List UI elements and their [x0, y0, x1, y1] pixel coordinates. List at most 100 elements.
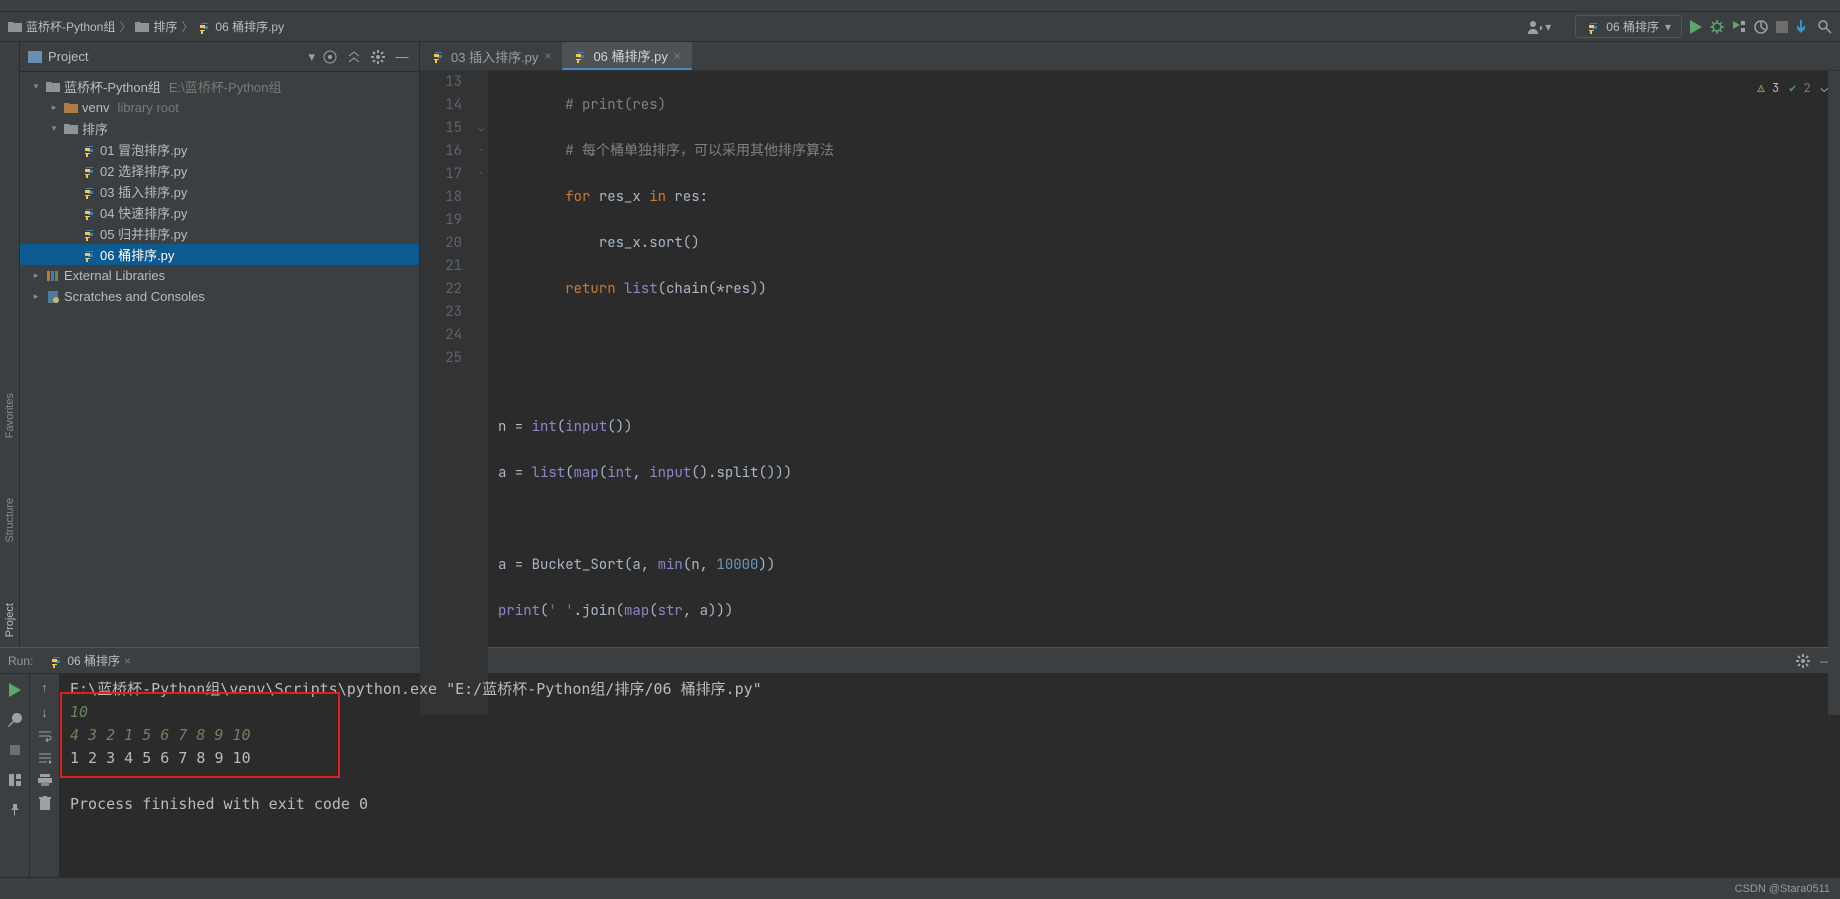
chevron-right-icon: 〉: [181, 18, 193, 35]
python-file-icon: [431, 49, 445, 63]
tool-window-structure[interactable]: Structure: [4, 498, 16, 543]
run-config-selector[interactable]: 06 桶排序 ▾: [1575, 15, 1682, 38]
stop-icon[interactable]: [1776, 21, 1788, 33]
tree-file[interactable]: 04 快速排序.py: [20, 202, 419, 223]
project-panel-header: Project ▾ —: [20, 42, 419, 72]
python-file-icon: [82, 185, 96, 199]
stop-icon[interactable]: [5, 740, 25, 760]
chevron-down-icon: ⌄: [1821, 77, 1828, 100]
debug-icon[interactable]: [1710, 20, 1724, 34]
gear-icon[interactable]: [369, 48, 387, 66]
breadcrumb-root-label: 蓝桥杯-Python组: [26, 18, 115, 35]
run-coverage-icon[interactable]: [1732, 20, 1746, 34]
wrench-icon[interactable]: [5, 710, 25, 730]
code-content[interactable]: # print(res) # 每个桶单独排序，可以采用其他排序算法 for re…: [488, 71, 1840, 715]
breadcrumb-file[interactable]: 06 桶排序.py: [197, 18, 284, 35]
tab-file-1[interactable]: 03 插入排序.py ×: [420, 42, 562, 70]
python-file-icon: [573, 49, 587, 63]
expand-toggle-icon[interactable]: ▾: [48, 123, 60, 134]
soft-wrap-icon[interactable]: [38, 730, 52, 742]
hide-icon[interactable]: —: [393, 48, 411, 66]
chevron-down-icon: ▾: [1665, 20, 1671, 34]
print-icon[interactable]: [38, 774, 52, 786]
tree-file[interactable]: 05 归并排序.py: [20, 223, 419, 244]
python-file-icon: [82, 227, 96, 241]
close-icon[interactable]: ×: [544, 49, 551, 63]
run-tab[interactable]: 06 桶排序 ×: [43, 650, 137, 671]
python-file-icon: [82, 206, 96, 220]
tool-window-favorites[interactable]: Favorites: [4, 393, 16, 438]
project-tree[interactable]: ▾蓝桥杯-Python组E:\蓝桥杯-Python组 ▸venvlibrary …: [20, 72, 419, 647]
breadcrumb-root[interactable]: 蓝桥杯-Python组: [8, 18, 115, 35]
expand-toggle-icon[interactable]: ▾: [30, 81, 42, 92]
library-icon: [46, 269, 60, 283]
console-line: [70, 770, 1830, 793]
console-input-line: 4 3 2 1 5 6 7 8 9 10: [70, 724, 1830, 747]
breadcrumb-folder-label: 排序: [153, 18, 177, 35]
search-icon[interactable]: [1818, 20, 1832, 34]
expand-toggle-icon[interactable]: ▸: [48, 102, 60, 113]
project-icon: [28, 51, 42, 63]
python-file-icon: [1586, 20, 1600, 34]
select-file-icon[interactable]: [321, 48, 339, 66]
down-icon[interactable]: ↓: [41, 705, 48, 720]
run-tab-label: 06 桶排序: [67, 652, 120, 669]
run-tool-window: Run: 06 桶排序 × — ↑ ↓: [0, 647, 1840, 877]
project-panel-title: Project: [48, 49, 302, 64]
tab-label: 03 插入排序.py: [451, 47, 538, 66]
rerun-icon[interactable]: [5, 680, 25, 700]
code-editor[interactable]: 13141516171819202122232425 ⌄⌃⌃ # print(r…: [420, 71, 1840, 715]
git-update-icon[interactable]: [1796, 20, 1810, 34]
fold-gutter[interactable]: ⌄⌃⌃: [474, 71, 488, 715]
tool-window-project[interactable]: Project: [4, 603, 16, 637]
run-side-toolbar-2: ↑ ↓: [30, 674, 60, 877]
up-icon[interactable]: ↑: [41, 680, 48, 695]
editor-marker-rail[interactable]: [1828, 71, 1840, 715]
tree-root[interactable]: ▾蓝桥杯-Python组E:\蓝桥杯-Python组: [20, 76, 419, 97]
console-line: E:\蓝桥杯-Python组\venv\Scripts\python.exe "…: [70, 678, 1830, 701]
expand-toggle-icon[interactable]: ▸: [30, 291, 42, 302]
chevron-down-icon[interactable]: ▾: [308, 49, 315, 65]
python-file-icon: [49, 654, 63, 668]
scroll-end-icon[interactable]: [38, 752, 52, 764]
python-file-icon: [197, 20, 211, 34]
status-bar: CSDN @Stara0511: [0, 877, 1840, 899]
watermark: CSDN @Stara0511: [1735, 883, 1830, 895]
profile-icon[interactable]: [1754, 20, 1768, 34]
layout-icon[interactable]: [5, 770, 25, 790]
run-config-label: 06 桶排序: [1606, 18, 1659, 35]
tree-file[interactable]: 02 选择排序.py: [20, 160, 419, 181]
console-line: 1 2 3 4 5 6 7 8 9 10: [70, 747, 1830, 770]
editor-tabs: 03 插入排序.py × 06 桶排序.py ×: [420, 42, 1840, 71]
folder-icon: [8, 21, 22, 33]
expand-toggle-icon[interactable]: ▸: [30, 270, 42, 281]
console-output[interactable]: E:\蓝桥杯-Python组\venv\Scripts\python.exe "…: [60, 674, 1840, 877]
user-icon[interactable]: ▾: [1527, 20, 1551, 34]
close-icon[interactable]: ×: [674, 49, 681, 63]
tree-venv[interactable]: ▸venvlibrary root: [20, 97, 419, 118]
expand-all-icon[interactable]: [345, 48, 363, 66]
tree-file[interactable]: 01 冒泡排序.py: [20, 139, 419, 160]
run-icon[interactable]: [1690, 20, 1702, 34]
tree-sort-folder[interactable]: ▾排序: [20, 118, 419, 139]
line-number-gutter: 13141516171819202122232425: [420, 71, 474, 715]
tree-file-active[interactable]: 06 桶排序.py: [20, 244, 419, 265]
folder-icon: [46, 81, 60, 93]
editor-inspection-status[interactable]: ⚠ 3 ✔ 2 ⌄: [1758, 77, 1828, 100]
folder-icon: [64, 123, 78, 135]
breadcrumb-folder[interactable]: 排序: [135, 18, 177, 35]
close-icon[interactable]: ×: [124, 654, 131, 668]
python-file-icon: [82, 143, 96, 157]
menu-bar[interactable]: [0, 0, 1840, 12]
scratch-icon: [46, 290, 60, 304]
warning-icon: ⚠: [1758, 80, 1765, 96]
editor-area: 03 插入排序.py × 06 桶排序.py × 131415161718192…: [420, 42, 1840, 647]
pin-icon[interactable]: [5, 800, 25, 820]
tree-external-libraries[interactable]: ▸External Libraries: [20, 265, 419, 286]
trash-icon[interactable]: [39, 796, 51, 810]
tree-scratches[interactable]: ▸Scratches and Consoles: [20, 286, 419, 307]
project-panel: Project ▾ — ▾蓝桥杯-Python组E:\蓝桥杯-Python组 ▸…: [20, 42, 420, 647]
tree-file[interactable]: 03 插入排序.py: [20, 181, 419, 202]
tab-file-2[interactable]: 06 桶排序.py ×: [562, 42, 691, 70]
python-file-icon: [82, 248, 96, 262]
